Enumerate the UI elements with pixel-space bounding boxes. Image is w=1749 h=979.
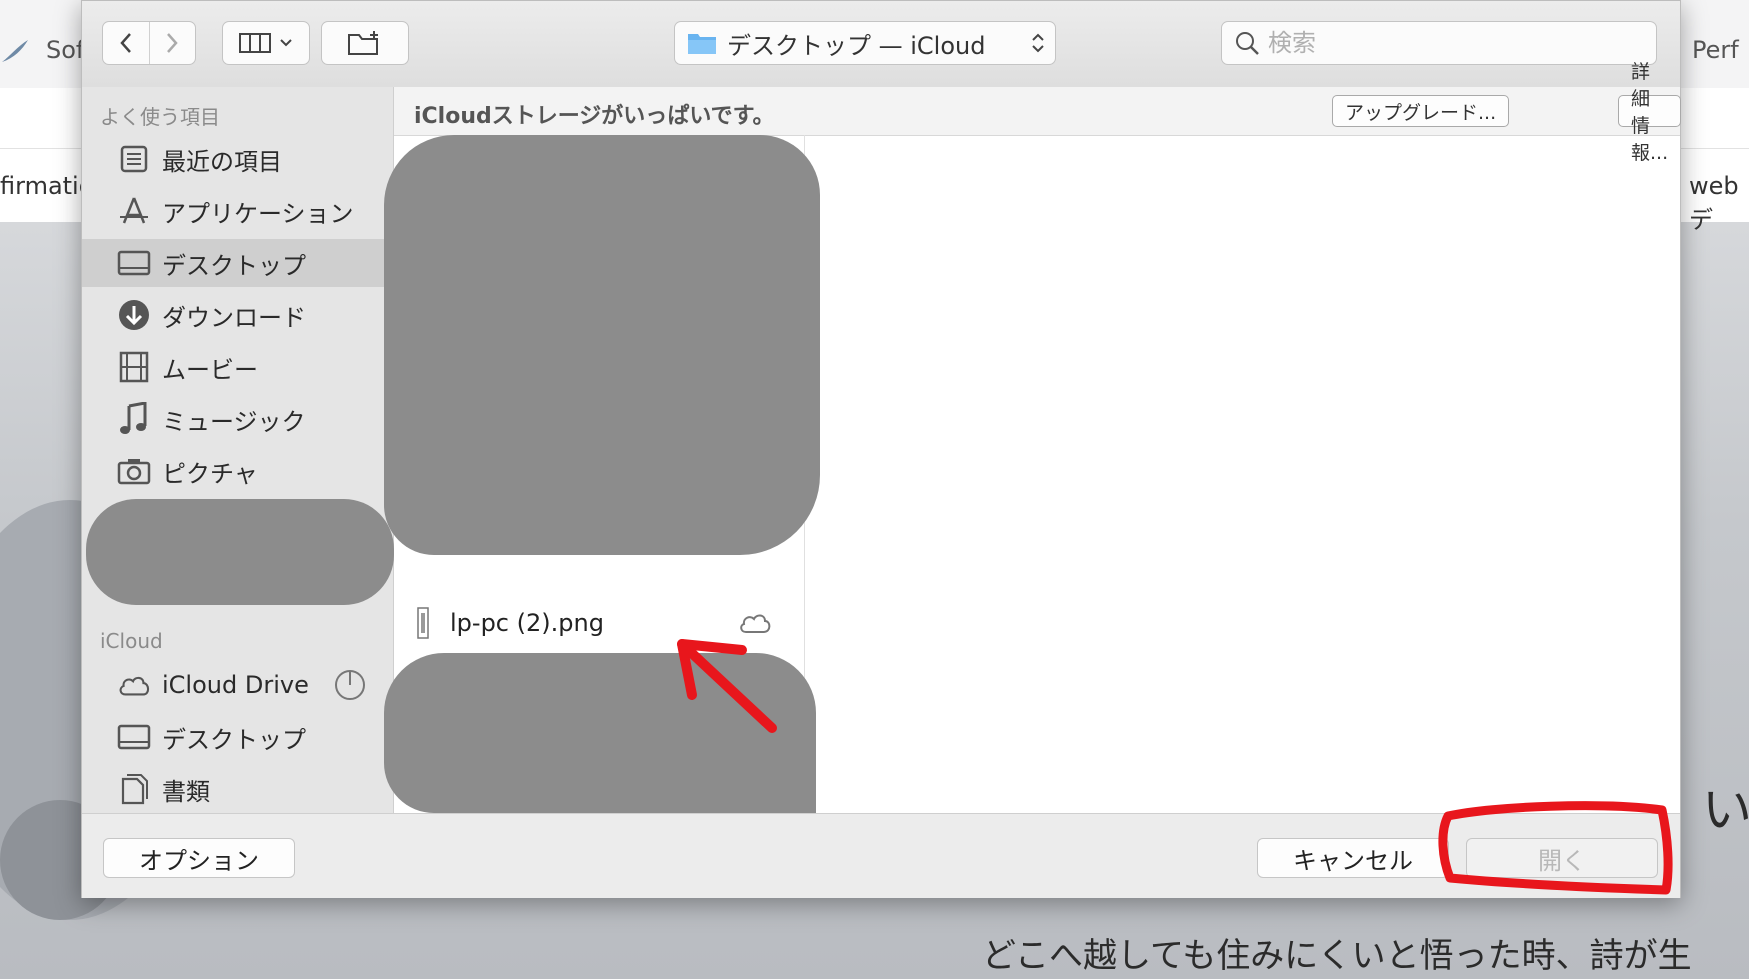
applications-icon [117,194,151,228]
sidebar-item-applications[interactable]: アプリケーション [82,187,393,235]
sidebar-item-documents[interactable]: 書類 [82,765,393,813]
file-browser: iCloudストレージがいっぱいです。 アップグレード... 詳細情報... l… [384,61,1682,813]
progress-circle-icon [335,670,365,700]
search-icon [1236,32,1259,55]
background-row-right[interactable]: webデ [1689,172,1749,235]
background-row-left[interactable]: firmatio [0,172,93,200]
dialog-toolbar: デスクトップ — iCloud [82,1,1680,88]
sidebar-heading-icloud: iCloud [100,629,163,653]
chevron-right-icon [167,33,178,53]
sidebar-item-label: デスクトップ [162,251,306,280]
sidebar-item-label: ムービー [162,355,258,384]
music-icon [117,402,151,436]
sidebar-item-music[interactable]: ミュージック [82,395,393,443]
folder-icon [688,34,716,54]
annotation-arrow [677,639,777,733]
sidebar-item-label: アプリケーション [162,199,354,228]
sidebar-item-pictures[interactable]: ピクチャ [82,447,393,495]
redacted-sidebar-item [86,499,394,605]
sidebar-item-movies[interactable]: ムービー [82,343,393,391]
background-poem: どこへ越しても住みにくいと悟った時、詩が生 [982,936,1692,976]
path-label: デスクトップ — iCloud [727,31,986,60]
sidebar-item-label: 書類 [162,777,210,806]
sidebar-item-icloud-drive[interactable]: iCloud Drive [82,661,393,709]
storage-full-message: iCloudストレージがいっぱいです。 [414,104,775,129]
new-folder-icon [348,31,378,55]
search-input[interactable] [1266,28,1630,58]
search-field[interactable] [1221,21,1657,65]
sidebar: よく使う項目 最近の項目 アプリケーション デスクトップ ダウンロード ムービー… [82,87,394,813]
column-view-icon [239,33,271,53]
sidebar-heading-favorites: よく使う項目 [100,105,220,129]
sidebar-item-recents[interactable]: 最近の項目 [82,135,393,183]
open-file-dialog: デスクトップ — iCloud よく使う項目 最近の項目 [81,0,1682,898]
sidebar-item-icloud-desktop[interactable]: デスクトップ [82,713,393,761]
desktop-icon [117,720,151,754]
sidebar-item-label: ダウンロード [162,303,306,332]
file-name: lp-pc (2).png [450,609,604,637]
chevron-left-icon [120,33,131,53]
sidebar-item-label: デスクトップ [162,725,306,754]
back-button[interactable] [103,22,150,64]
background-headline: い [1702,781,1749,839]
nav-button-group [102,21,196,65]
cloud-icon [117,668,151,702]
updown-chevron-icon [1032,33,1044,53]
annotation-highlight [1438,801,1673,895]
camera-icon [117,454,151,488]
options-button[interactable]: オプション [103,838,295,878]
download-icon [117,298,151,332]
sidebar-item-desktop[interactable]: デスクトップ [82,239,393,287]
chevron-down-icon [280,39,292,47]
image-file-icon [417,607,429,639]
sidebar-item-label: 最近の項目 [162,147,282,176]
desktop-icon [117,246,151,280]
details-button[interactable]: 詳細情報... [1618,61,1682,164]
background-tab-right[interactable]: Perf [1692,36,1739,64]
storage-full-banner: iCloudストレージがいっぱいです。 アップグレード... 詳細情報... [394,61,1682,164]
forward-button[interactable] [150,22,196,64]
cancel-button[interactable]: キャンセル [1257,838,1449,878]
feather-icon [2,40,28,62]
sidebar-item-label: iCloud Drive [162,671,309,699]
recents-icon [117,142,151,176]
redacted-file-list-top [384,135,820,555]
documents-icon [117,772,151,806]
view-mode-button[interactable] [222,21,310,65]
sidebar-item-downloads[interactable]: ダウンロード [82,291,393,339]
new-folder-button[interactable] [321,21,409,65]
upgrade-button[interactable]: アップグレード... [1332,95,1510,127]
path-popup[interactable]: デスクトップ — iCloud [674,21,1056,65]
movie-icon [117,350,151,384]
sidebar-item-label: ピクチャ [162,459,258,488]
sidebar-item-label: ミュージック [162,407,306,436]
background-tab-left[interactable]: Sof [46,36,84,64]
